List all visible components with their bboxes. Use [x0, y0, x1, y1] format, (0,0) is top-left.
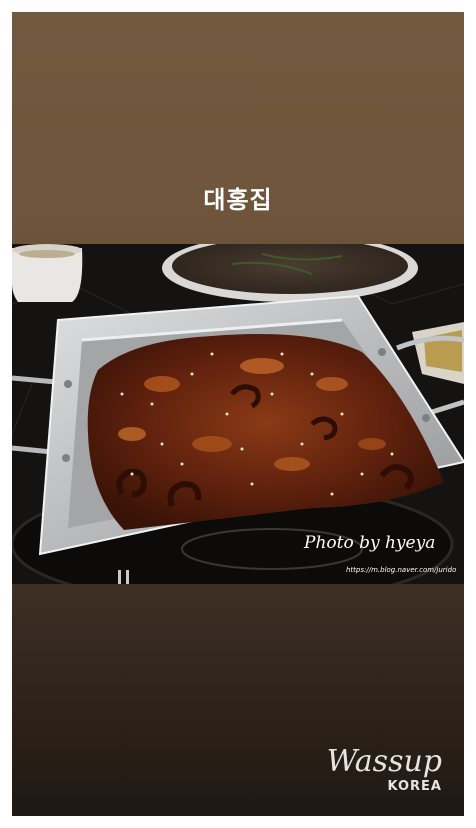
story-frame: 대홍집 Photo by hyeya https://m.blog.naver.…	[12, 12, 464, 816]
brand-logo-text: Wassup	[326, 744, 442, 779]
photo-credit-url: https://m.blog.naver.com/jurido	[346, 566, 456, 574]
brand-logo-subtext: KOREA	[387, 779, 442, 794]
brand-watermark: Wassup KOREA	[326, 744, 442, 795]
food-photo: Photo by hyeya https://m.blog.naver.com/…	[12, 244, 464, 584]
side-bowl	[12, 244, 83, 302]
photo-credit: Photo by hyeya	[303, 533, 435, 553]
story-title: 대홍집	[203, 186, 273, 214]
